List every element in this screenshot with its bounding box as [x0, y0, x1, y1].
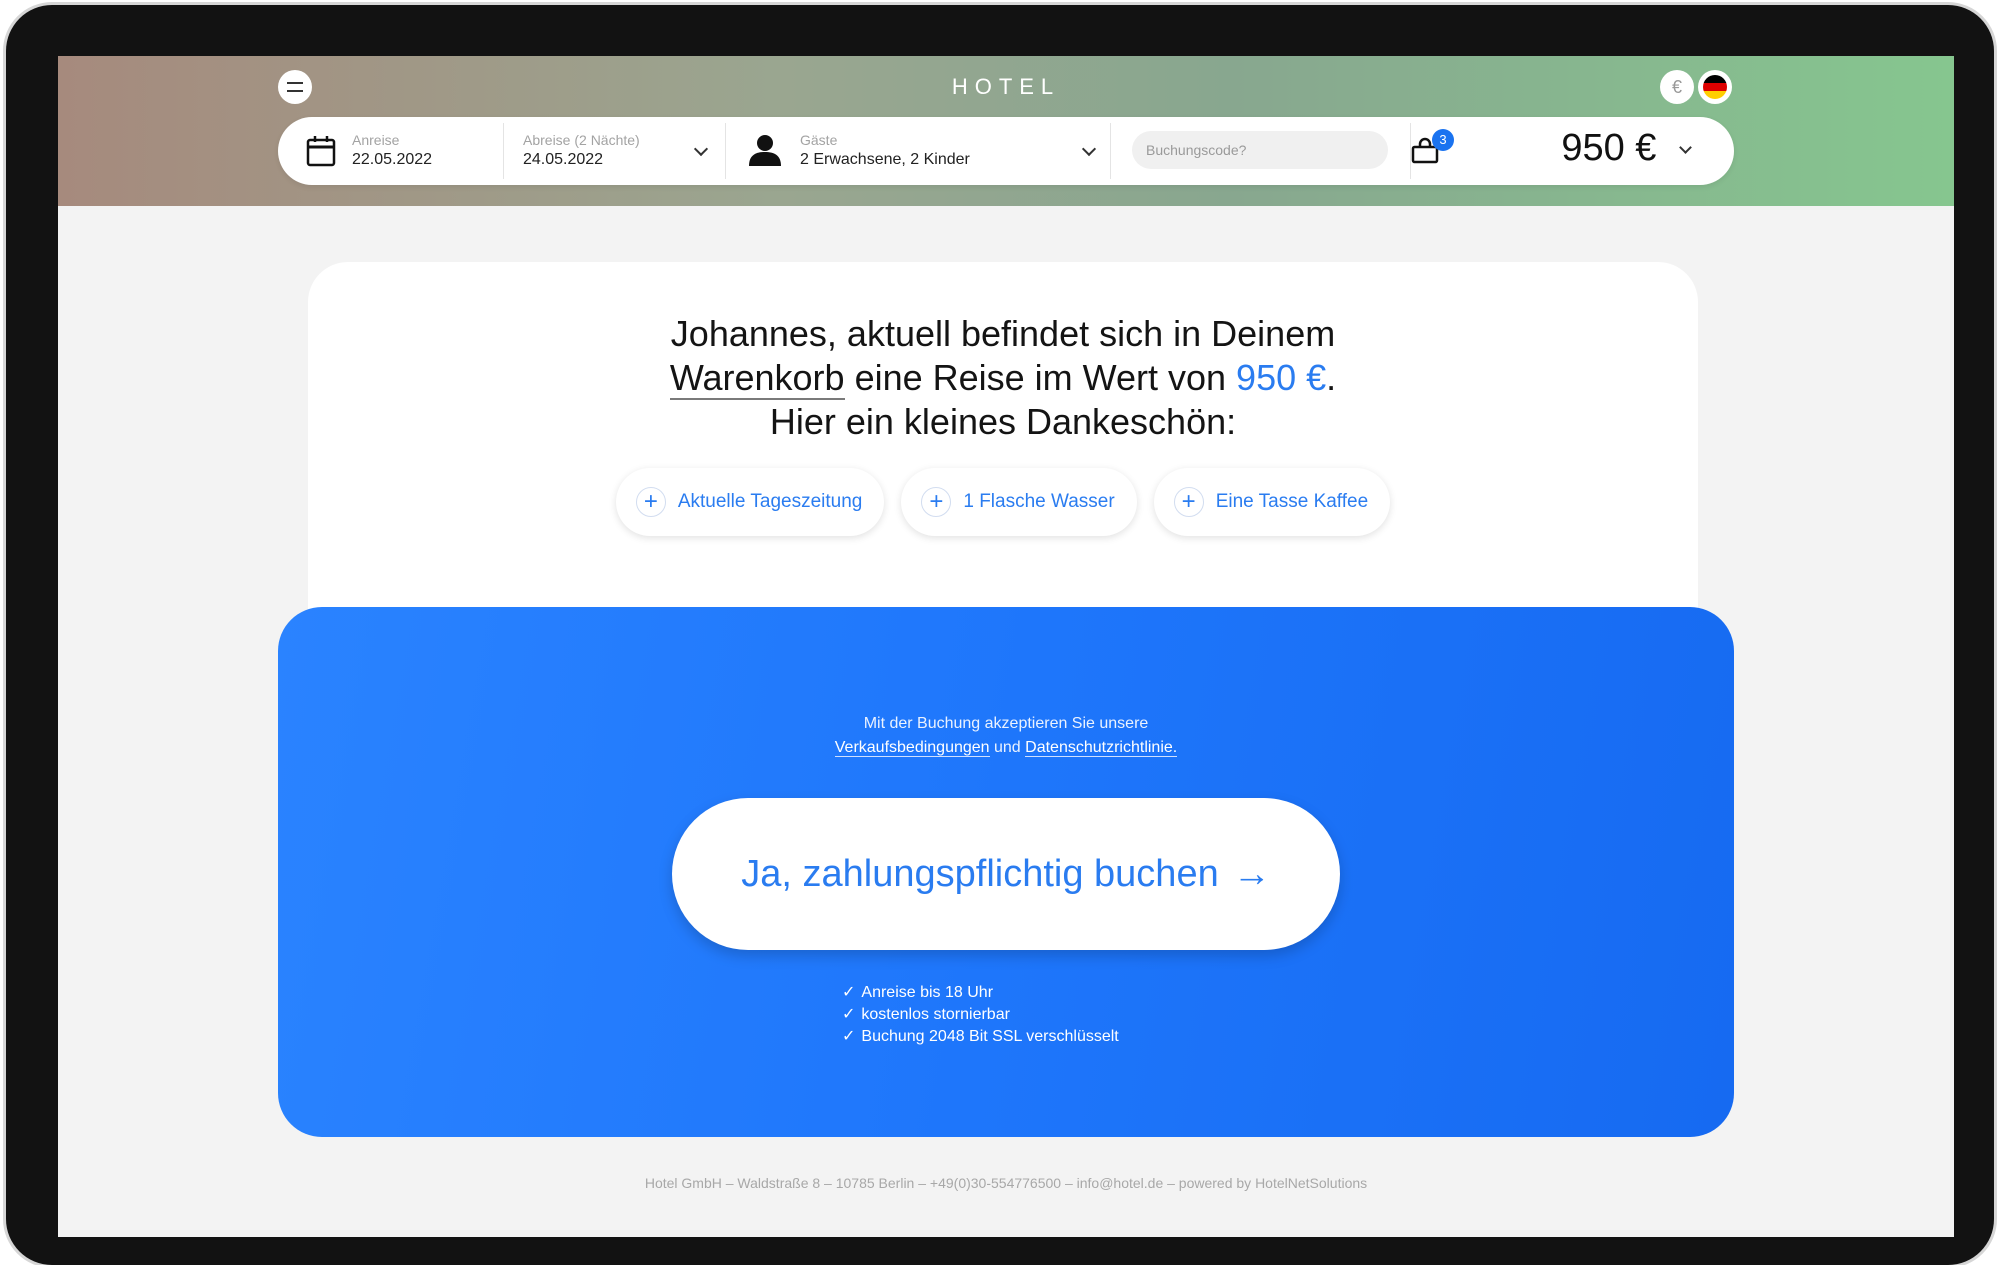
guests-label: Gäste — [800, 132, 838, 148]
screen: HOTEL € Anreise 22.05.2022 Abreise (2 Nä… — [58, 56, 1954, 1237]
euro-icon: € — [1671, 76, 1682, 97]
arrival-label: Anreise — [352, 132, 400, 148]
calendar-icon — [306, 136, 336, 167]
departure-label: Abreise (2 Nächte) — [523, 132, 640, 148]
check-icon: ✓ — [842, 984, 856, 1001]
chevron-down-icon — [1081, 141, 1097, 157]
currency-button[interactable]: € — [1660, 70, 1694, 104]
terms-link[interactable]: Verkaufsbedingungen — [834, 739, 990, 757]
check-icon: ✓ — [842, 1006, 856, 1023]
benefit-item: ✓ Anreise bis 18 Uhr — [842, 982, 1119, 1004]
extra-newspaper-button[interactable]: + Aktuelle Tageszeitung — [615, 468, 885, 536]
plus-icon: + — [921, 487, 952, 517]
extra-coffee-button[interactable]: + Eine Tasse Kaffee — [1153, 468, 1391, 536]
book-now-button[interactable]: Ja, zahlungspflichtig buchen → — [672, 798, 1340, 950]
message-line-2: Warenkorb eine Reise im Wert von 950 €. — [669, 357, 1337, 400]
benefit-item: ✓ Buchung 2048 Bit SSL verschlüsselt — [842, 1026, 1119, 1048]
language-button[interactable] — [1698, 70, 1732, 104]
plus-icon: + — [635, 487, 666, 517]
person-icon — [749, 135, 781, 166]
message-line-1: Johannes, aktuell befindet sich in Deine… — [670, 313, 1336, 354]
cart-count-badge: 3 — [1432, 129, 1454, 151]
arrow-right-icon: → — [1232, 852, 1271, 895]
cart-message: Johannes, aktuell befindet sich in Deine… — [308, 312, 1698, 444]
check-icon: ✓ — [842, 1028, 856, 1045]
benefit-item: ✓ kostenlos stornierbar — [842, 1004, 1119, 1026]
footer: Hotel GmbH – Waldstraße 8 – 10785 Berlin… — [644, 1175, 1368, 1191]
guests-selector[interactable]: Gäste 2 Erwachsene, 2 Kinder — [726, 117, 1108, 185]
chevron-down-icon — [693, 141, 709, 157]
extra-water-button[interactable]: + 1 Flasche Wasser — [901, 468, 1137, 536]
header: HOTEL € Anreise 22.05.2022 Abreise (2 Nä… — [58, 56, 1954, 206]
terms-notice: Mit der Buchung akzeptieren Sie unsere V… — [834, 715, 1178, 757]
benefits-list: ✓ Anreise bis 18 Uhr ✓ kostenlos stornie… — [842, 982, 1119, 1048]
date-selector[interactable]: Anreise 22.05.2022 Abreise (2 Nächte) 24… — [278, 117, 722, 185]
german-flag-icon — [1703, 75, 1727, 99]
total-price[interactable]: 950 € — [1561, 127, 1692, 170]
booking-cta-panel: Mit der Buchung akzeptieren Sie unsere V… — [278, 607, 1734, 1137]
booking-code-input[interactable] — [1132, 131, 1388, 169]
device-frame: HOTEL € Anreise 22.05.2022 Abreise (2 Nä… — [6, 5, 1994, 1265]
departure-date: 24.05.2022 — [523, 151, 604, 168]
total-price-value: 950 € — [1561, 127, 1657, 169]
message-line-3: Hier ein kleines Dankeschön: — [769, 401, 1237, 442]
cart-link[interactable]: Warenkorb — [669, 357, 845, 400]
divider — [1110, 123, 1111, 179]
privacy-link[interactable]: Datenschutzrichtlinie. — [1025, 739, 1178, 757]
guests-value: 2 Erwachsene, 2 Kinder — [800, 151, 970, 168]
booking-bar: Anreise 22.05.2022 Abreise (2 Nächte) 24… — [278, 117, 1734, 185]
chevron-down-icon — [1679, 141, 1692, 154]
cart-amount: 950 € — [1236, 357, 1327, 398]
plus-icon: + — [1173, 487, 1204, 517]
extras-list: + Aktuelle Tageszeitung + 1 Flasche Wass… — [308, 468, 1698, 536]
divider — [503, 123, 504, 179]
arrival-date: 22.05.2022 — [352, 151, 433, 168]
